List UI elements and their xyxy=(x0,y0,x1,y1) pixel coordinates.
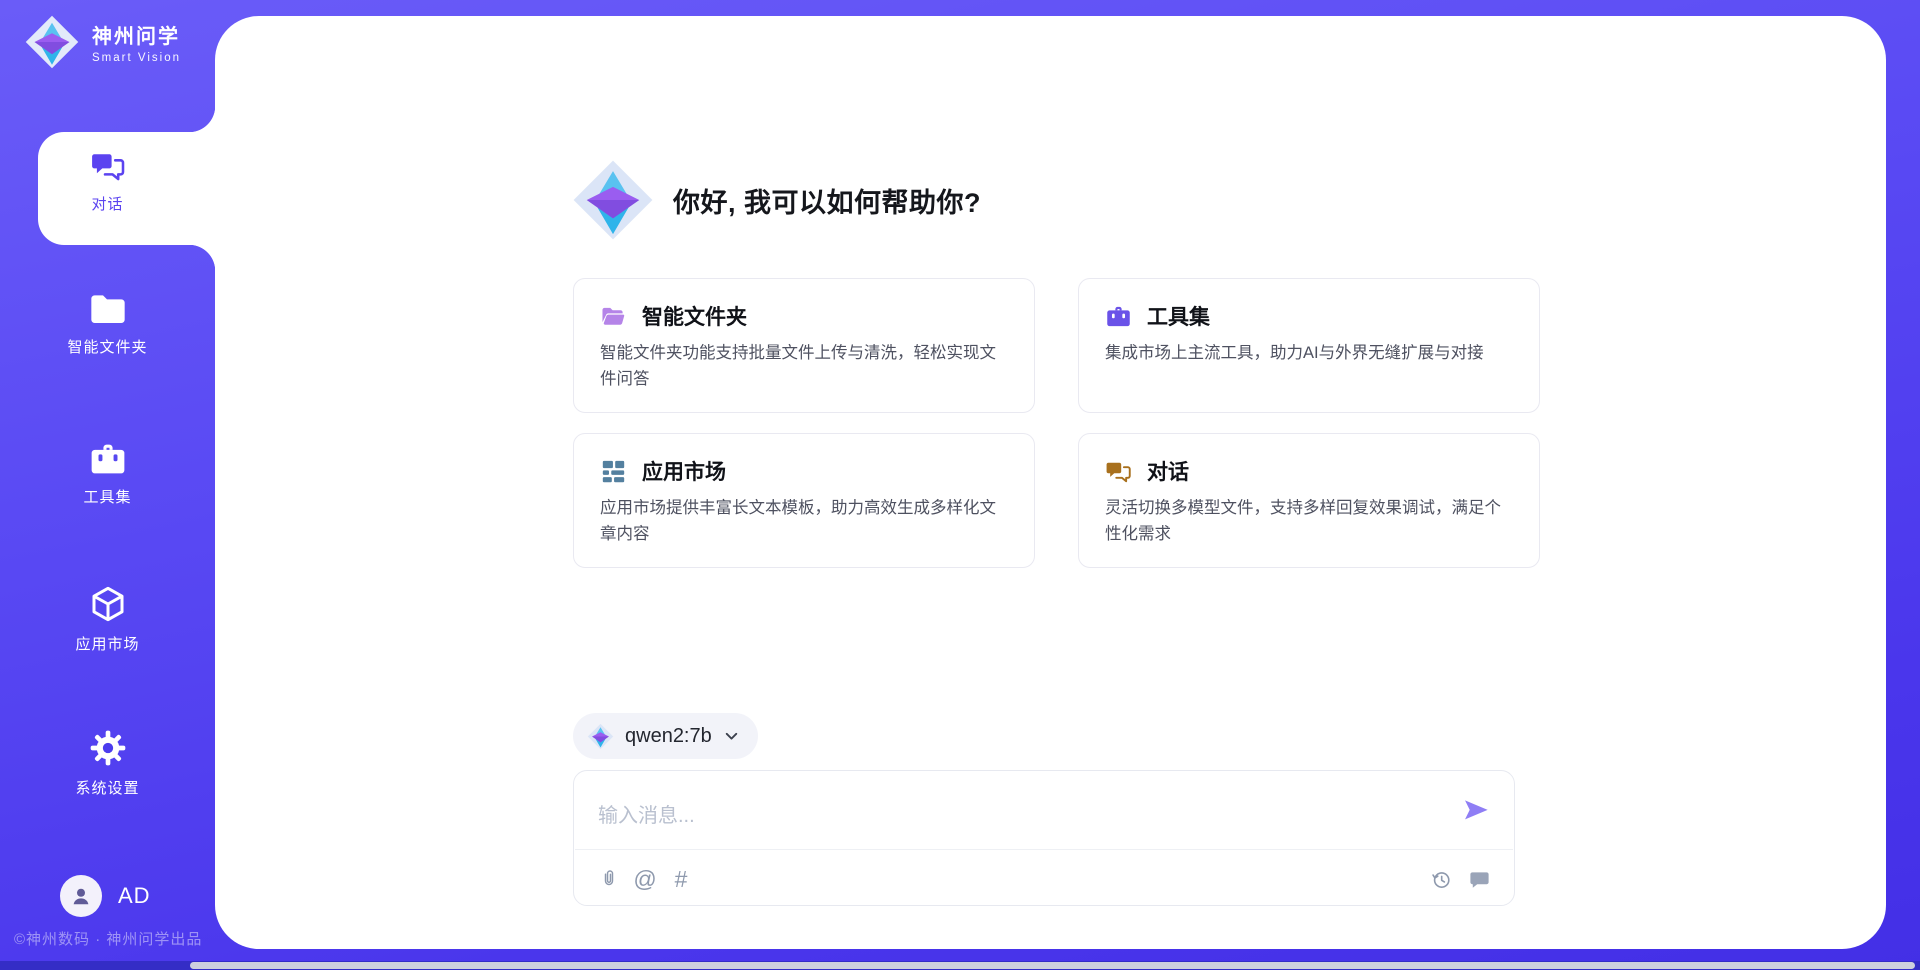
attach-file-button[interactable] xyxy=(594,864,624,894)
sidebar-item-chat[interactable]: 对话 xyxy=(0,148,215,214)
card-description: 智能文件夹功能支持批量文件上传与清洗，轻松实现文件问答 xyxy=(600,341,1008,392)
sidebar-item-label: 应用市场 xyxy=(75,633,139,654)
paperclip-icon xyxy=(598,868,620,890)
card-toolbox[interactable]: 工具集 集成市场上主流工具，助力AI与外界无缝扩展与对接 xyxy=(1078,278,1540,413)
hash-icon: # xyxy=(675,868,688,891)
card-chat[interactable]: 对话 灵活切换多模型文件，支持多样回复效果调试，满足个性化需求 xyxy=(1078,433,1540,568)
sidebar-item-smart-folder[interactable]: 智能文件夹 xyxy=(0,293,215,357)
app-root: 神州问学 Smart Vision 对话 智能文件夹 xyxy=(0,0,1920,970)
new-chat-button[interactable] xyxy=(1464,864,1494,894)
sidebar-item-label: 系统设置 xyxy=(75,777,139,798)
cube-icon xyxy=(88,584,128,624)
chat-bubbles-icon xyxy=(90,148,126,184)
model-selector[interactable]: qwen2:7b xyxy=(573,713,758,759)
assistant-gem-icon xyxy=(571,158,655,242)
history-button[interactable] xyxy=(1426,864,1456,894)
card-title: 应用市场 xyxy=(642,456,726,486)
history-icon xyxy=(1430,868,1453,891)
brand: 神州问学 Smart Vision xyxy=(24,14,181,70)
card-description: 集成市场上主流工具，助力AI与外界无缝扩展与对接 xyxy=(1105,341,1513,367)
brand-gem-icon xyxy=(24,14,80,70)
user-initials: AD xyxy=(118,883,151,909)
toolbox-icon xyxy=(1105,303,1132,330)
model-name: qwen2:7b xyxy=(625,725,712,748)
scrollbar-thumb[interactable] xyxy=(190,962,1915,969)
greeting-text: 你好, 我可以如何帮助你? xyxy=(673,181,981,220)
gear-icon xyxy=(88,728,128,768)
message-composer: @ # xyxy=(573,770,1515,906)
card-title: 智能文件夹 xyxy=(642,301,747,331)
avatar[interactable] xyxy=(60,875,102,917)
send-button[interactable] xyxy=(1462,796,1490,824)
horizontal-scrollbar[interactable] xyxy=(0,961,1920,970)
composer-toolbar: @ # xyxy=(594,859,1494,899)
person-icon xyxy=(68,883,94,909)
sidebar-item-app-market[interactable]: 应用市场 xyxy=(0,584,215,654)
folder-open-icon xyxy=(600,303,627,330)
chat-bubbles-icon xyxy=(1105,458,1132,485)
card-description: 应用市场提供丰富长文本模板，助力高效生成多样化文章内容 xyxy=(600,496,1008,547)
card-app-market[interactable]: 应用市场 应用市场提供丰富长文本模板，助力高效生成多样化文章内容 xyxy=(573,433,1035,568)
sidebar: 神州问学 Smart Vision 对话 智能文件夹 xyxy=(0,0,215,970)
sidebar-item-toolbox[interactable]: 工具集 xyxy=(0,441,215,507)
brand-name: 神州问学 xyxy=(92,20,181,49)
topic-button[interactable]: # xyxy=(666,864,696,894)
card-title: 对话 xyxy=(1147,456,1189,486)
toolbox-icon xyxy=(88,441,128,477)
sidebar-item-label: 工具集 xyxy=(83,486,131,507)
at-sign-icon: @ xyxy=(633,868,656,891)
sidebar-item-label: 对话 xyxy=(91,193,123,214)
copyright: ©神州数码 · 神州问学出品 xyxy=(14,928,202,949)
brand-subtitle: Smart Vision xyxy=(92,52,181,64)
chat-bubble-filled-icon xyxy=(1468,868,1491,891)
composer-divider xyxy=(575,849,1513,850)
message-input[interactable] xyxy=(598,789,1444,843)
sidebar-item-settings[interactable]: 系统设置 xyxy=(0,728,215,798)
folder-icon xyxy=(88,293,128,327)
user-row[interactable]: AD xyxy=(60,875,151,917)
main-panel: 你好, 我可以如何帮助你? 智能文件夹 智能文件夹功能支持批量文件上传与清洗，轻… xyxy=(215,16,1886,949)
greeting: 你好, 我可以如何帮助你? xyxy=(571,158,981,242)
feature-cards: 智能文件夹 智能文件夹功能支持批量文件上传与清洗，轻松实现文件问答 工具集 集成… xyxy=(573,278,1540,568)
sidebar-item-label: 智能文件夹 xyxy=(67,336,147,357)
card-smart-folder[interactable]: 智能文件夹 智能文件夹功能支持批量文件上传与清洗，轻松实现文件问答 xyxy=(573,278,1035,413)
chevron-down-icon xyxy=(723,728,740,745)
tile-grid-icon xyxy=(600,458,627,485)
send-icon xyxy=(1462,796,1490,824)
model-gem-icon xyxy=(587,723,614,750)
card-description: 灵活切换多模型文件，支持多样回复效果调试，满足个性化需求 xyxy=(1105,496,1513,547)
mention-button[interactable]: @ xyxy=(630,864,660,894)
card-title: 工具集 xyxy=(1147,301,1210,331)
